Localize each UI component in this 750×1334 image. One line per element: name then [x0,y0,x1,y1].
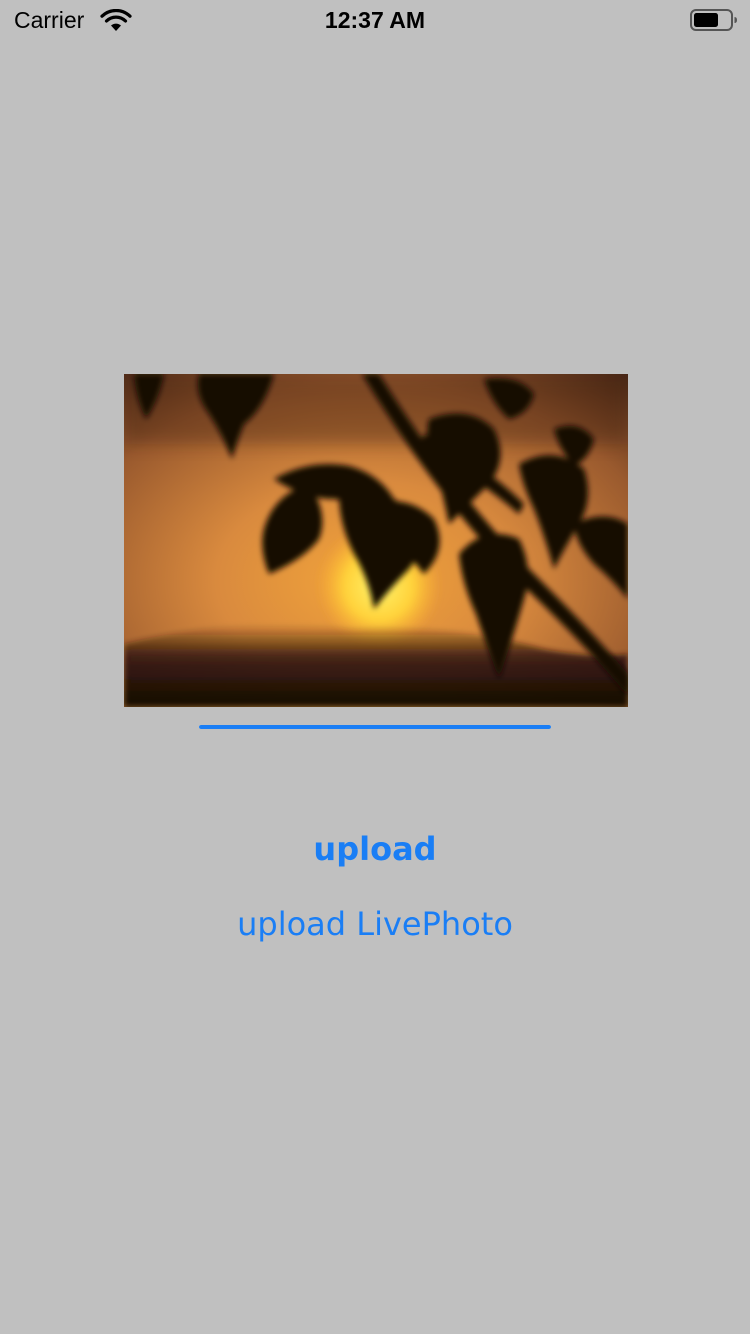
status-bar: Carrier 12:37 AM [0,0,750,40]
upload-progress-fill [199,725,551,729]
status-time: 12:37 AM [324,7,426,33]
upload-progress-bar [199,725,551,729]
upload-button[interactable]: upload [0,830,750,868]
sunset-leaves-photo [124,374,628,707]
upload-livephoto-button[interactable]: upload LivePhoto [0,905,750,943]
battery-icon [690,9,737,31]
